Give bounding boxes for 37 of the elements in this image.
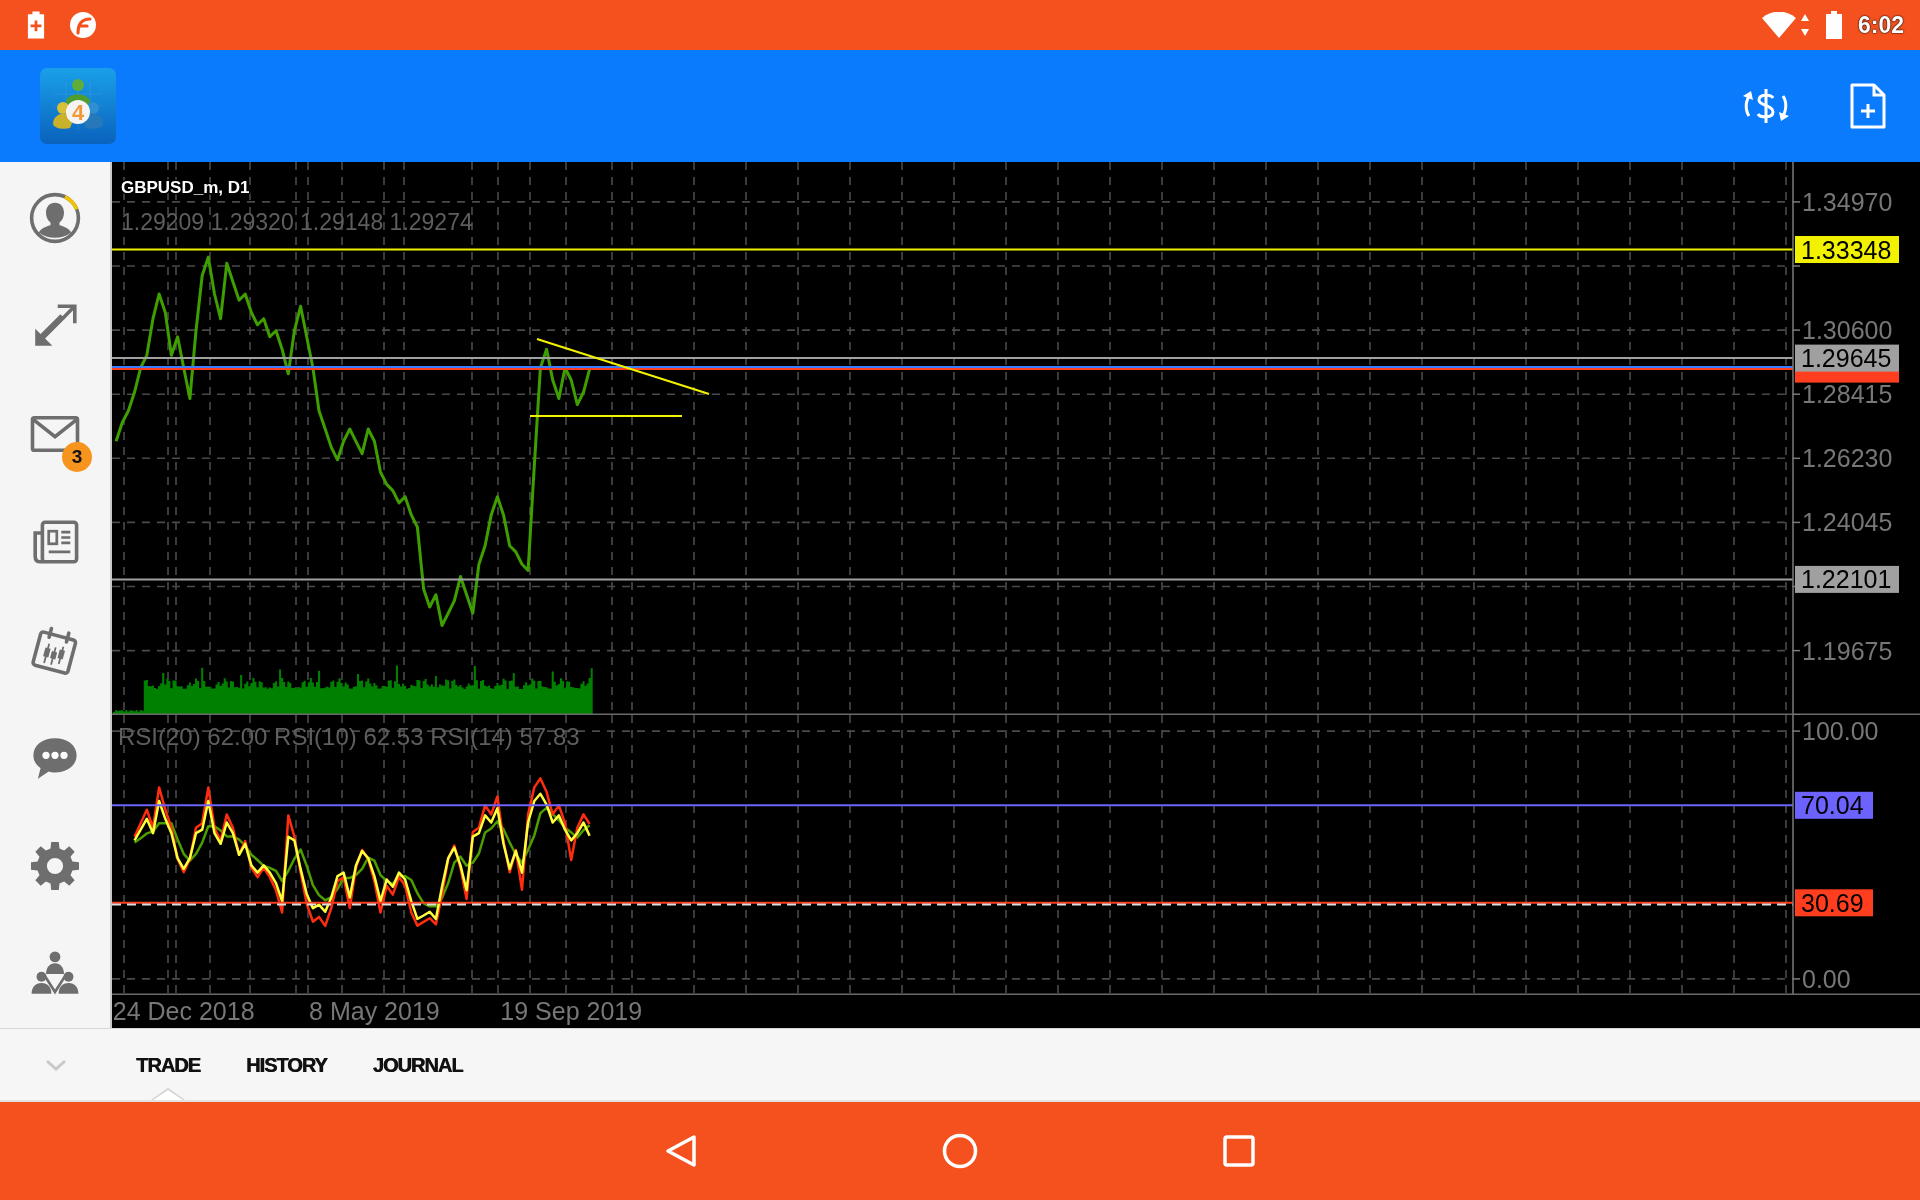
axis-label: 100.00 [1802,717,1879,746]
ref-line-label: 70.04 [1801,791,1864,820]
unread-count-badge: 3 [62,442,92,472]
date-label: 8 May 2019 [309,997,440,1025]
axis-label: 1.26230 [1802,444,1893,473]
user-icon[interactable] [28,191,82,245]
axis-label: 1.34970 [1802,187,1893,216]
indicator-legend: RSI(20) 62.00 RSI(10) 62.53 RSI(14) 57.83 [118,723,580,750]
date-label: 19 Sep 2019 [500,997,643,1025]
price-tag: 1.22101 [1795,565,1899,594]
tab[interactable]: JOURNAL [372,1029,463,1100]
date-label: 24 Dec 2018 [112,997,255,1025]
settings-icon[interactable] [28,839,82,893]
axis-label: 0.00 [1802,964,1851,993]
axis-label: 1.30600 [1802,316,1893,345]
recent-apps-icon[interactable] [1221,1133,1257,1169]
back-icon[interactable] [663,1133,699,1169]
clock-time: 6:02 [1857,13,1904,37]
price-tag: 1.33348 [1795,235,1899,264]
ref-line-label: 30.69 [1801,888,1864,917]
axis-label: 1.28415 [1802,380,1893,409]
price-tag: 30.69 [1795,888,1873,917]
tab[interactable]: HISTORY [245,1029,327,1100]
tab[interactable]: TRADE [136,1029,200,1100]
new-document-icon[interactable] [1849,83,1887,129]
chart-title: GBPUSD_m, D1 [121,178,250,197]
battery-plus-icon [27,11,45,39]
wifi-icon [1761,12,1796,38]
axis-label: 1.19675 [1802,636,1893,665]
home-icon[interactable] [942,1133,978,1169]
ohlc-values: 1.29209 1.29320 1.29148 1.29274 [121,209,473,235]
price-tag: 1.29645 [1795,344,1899,373]
swirl-icon [69,11,97,39]
axis-label: 1.24045 [1802,508,1893,537]
battery-icon [1825,11,1842,39]
data-arrows-icon [1799,13,1810,37]
price-tag: 70.04 [1795,791,1873,820]
